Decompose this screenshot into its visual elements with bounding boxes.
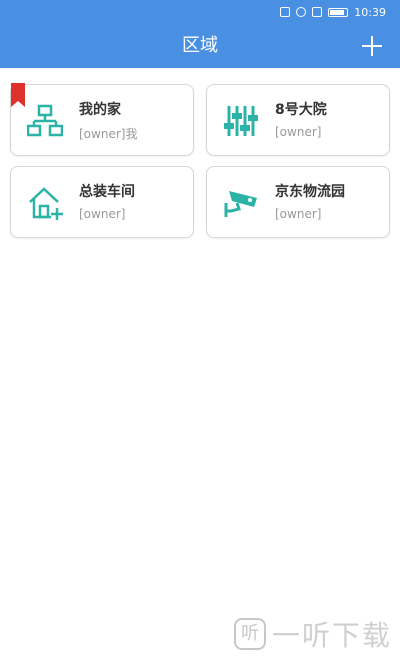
area-card-assembly-workshop[interactable]: 总装车间 [owner] bbox=[10, 166, 194, 238]
area-owner: [owner] bbox=[275, 125, 322, 139]
page-title: 区域 bbox=[182, 35, 218, 56]
watermark: 听 一听下载 bbox=[233, 614, 392, 654]
house-add-icon bbox=[29, 187, 63, 220]
camera-icon bbox=[224, 191, 257, 217]
area-owner: [owner] bbox=[275, 207, 322, 221]
area-name: 我的家 bbox=[79, 102, 121, 118]
watermark-logo: 听 bbox=[233, 618, 266, 650]
bookmark-icon bbox=[11, 83, 25, 107]
status-bar: 10:39 bbox=[0, 0, 400, 24]
area-name: 总装车间 bbox=[79, 184, 135, 200]
area-grid: 我的家 [owner]我 8号大院 [owner] 总装车间 [owner] 京… bbox=[10, 83, 390, 238]
sliders-icon bbox=[224, 106, 258, 136]
status-time: 10:39 bbox=[354, 5, 386, 19]
battery-icon bbox=[328, 7, 349, 17]
add-area-button[interactable] bbox=[358, 32, 386, 60]
area-card-jd-logistics-park[interactable]: 京东物流园 [owner] bbox=[206, 166, 390, 238]
bluetooth-icon bbox=[312, 7, 323, 17]
alarm-icon bbox=[296, 7, 307, 17]
area-owner: [owner]我 bbox=[79, 127, 138, 141]
area-card-8-yard[interactable]: 8号大院 [owner] bbox=[206, 84, 390, 156]
network-icon bbox=[27, 104, 63, 137]
area-card-my-home[interactable]: 我的家 [owner]我 bbox=[10, 83, 194, 156]
area-owner: [owner] bbox=[79, 207, 126, 221]
nfc-icon bbox=[280, 7, 291, 17]
watermark-text: 一听下载 bbox=[271, 619, 392, 652]
app-bar: 区域 bbox=[0, 24, 400, 68]
area-name: 8号大院 bbox=[275, 102, 327, 118]
area-name: 京东物流园 bbox=[275, 184, 345, 200]
